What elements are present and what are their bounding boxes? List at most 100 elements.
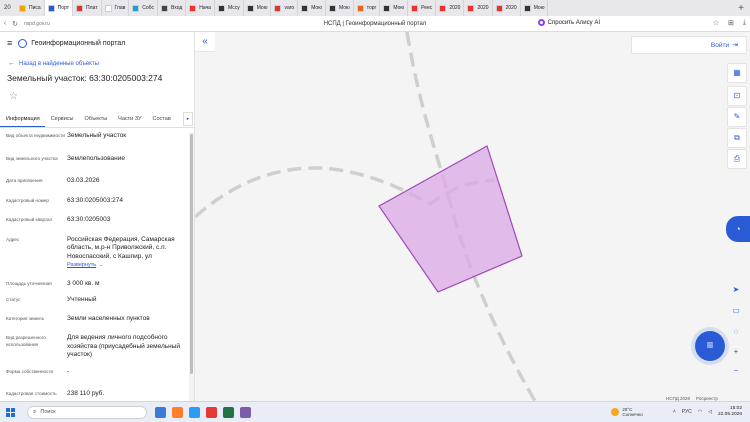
collapse-panel-button[interactable]: « bbox=[195, 32, 215, 52]
new-tab-button[interactable]: + bbox=[732, 3, 750, 14]
clock-date: 22.05.2026 bbox=[717, 412, 742, 417]
property-row: Кадастровый номер 63:30:0205003:274 bbox=[0, 197, 189, 206]
favorite-star-icon[interactable]: ☆ bbox=[0, 91, 194, 102]
ruler-icon[interactable]: ◌ bbox=[729, 327, 743, 336]
tab-favicon-icon bbox=[523, 4, 531, 12]
expand-address-link[interactable]: Развернуть bbox=[67, 262, 96, 268]
property-row: Дата присвоения 03.03.2026 bbox=[0, 177, 189, 186]
taskbar-search[interactable]: ⌕ Поиск bbox=[27, 405, 147, 419]
measure-button[interactable]: ⊡ bbox=[727, 86, 747, 106]
sun-icon bbox=[611, 408, 620, 416]
map-canvas[interactable]: ⊙ ⊙ ⊙ bbox=[195, 32, 750, 401]
firefox-app-icon[interactable] bbox=[172, 406, 183, 418]
browser-tab[interactable]: Мою bbox=[380, 0, 409, 16]
tab-favicon-icon bbox=[356, 4, 364, 12]
excel-app-icon[interactable] bbox=[223, 406, 234, 418]
browser-tab[interactable]: Порт bbox=[44, 0, 74, 16]
tab-2[interactable]: Объекты bbox=[78, 116, 112, 127]
tab-label: 2020 bbox=[505, 5, 517, 11]
browser-tab[interactable]: 2020 bbox=[464, 0, 493, 16]
tab-3[interactable]: Части ЗУ bbox=[112, 116, 146, 127]
chevron-down-icon[interactable]: ⌄ bbox=[99, 262, 103, 268]
tab-0[interactable]: Информация bbox=[0, 116, 45, 127]
menu-icon[interactable]: ≡ bbox=[7, 38, 12, 48]
print-button[interactable]: ⎙ bbox=[727, 149, 747, 169]
tab-4[interactable]: Состав bbox=[147, 116, 176, 127]
browser-tab[interactable]: Мою bbox=[326, 0, 354, 16]
zoom-in-button[interactable]: + bbox=[729, 347, 743, 356]
property-value-text: 63:30:0205003 bbox=[67, 216, 111, 223]
tab-1[interactable]: Сервисы bbox=[45, 116, 79, 127]
tab-favicon-icon bbox=[328, 4, 336, 12]
explorer-app-icon[interactable] bbox=[155, 406, 166, 418]
edge-app-icon[interactable] bbox=[189, 406, 200, 418]
tab-label: Мою bbox=[533, 5, 545, 11]
wifi-icon[interactable]: ◠ bbox=[698, 409, 702, 415]
draw-button[interactable]: ✎ bbox=[727, 107, 747, 127]
property-value: Земли населенных пунктов bbox=[67, 315, 185, 324]
weather-widget[interactable]: 29°C Солнечно bbox=[611, 407, 643, 417]
browser-tab[interactable]: Мою bbox=[521, 0, 549, 16]
tab-favicon-icon bbox=[467, 4, 475, 12]
extensions-icon[interactable]: ⊞ bbox=[728, 19, 734, 27]
tab-count[interactable]: 20 bbox=[0, 5, 16, 11]
browser-tab[interactable]: Глав bbox=[102, 0, 130, 16]
bookmark-icon[interactable]: ☆ bbox=[713, 19, 719, 27]
property-row: Категория земель Земли населенных пунктов bbox=[0, 315, 189, 324]
share-button[interactable]: ⧉ bbox=[727, 128, 747, 148]
browser-tab[interactable]: Мою bbox=[244, 0, 272, 16]
property-value: 3 000 кв. м bbox=[67, 280, 185, 289]
tab-favicon-icon bbox=[246, 4, 254, 12]
zoom-out-button[interactable]: − bbox=[729, 366, 743, 375]
tabs-more-button[interactable]: ▸ bbox=[183, 112, 193, 126]
app-icon[interactable] bbox=[240, 406, 251, 418]
tab-label: 2020 bbox=[449, 5, 461, 11]
property-key: Дата присвоения bbox=[6, 178, 43, 183]
browser-tab[interactable]: 2020 bbox=[436, 0, 465, 16]
browser-tab[interactable]: Мссу bbox=[215, 0, 244, 16]
browser-tab[interactable]: varo bbox=[271, 0, 299, 16]
browser-tab[interactable]: Плат bbox=[73, 0, 102, 16]
property-key: Форма собственности bbox=[6, 368, 54, 374]
tab-label: Мою bbox=[393, 5, 405, 11]
windows-start-icon[interactable] bbox=[6, 407, 15, 417]
property-row: Вид разрешенного использования Для ведени… bbox=[0, 334, 189, 360]
download-icon[interactable]: ⤓ bbox=[743, 19, 746, 27]
browser-tab[interactable]: Собс bbox=[129, 0, 158, 16]
property-key: Кадастровая стоимость bbox=[6, 391, 57, 396]
portal-header: ≡ Геоинформационный портал bbox=[0, 32, 194, 54]
volume-icon[interactable]: ◁ bbox=[708, 409, 712, 415]
panel-scroll-thumb[interactable] bbox=[190, 134, 193, 374]
land-parcel-polygon bbox=[378, 145, 523, 293]
language-indicator[interactable]: РУС bbox=[682, 409, 692, 415]
feedback-button[interactable]: ◔ bbox=[726, 216, 750, 242]
locate-icon[interactable]: ➤ bbox=[729, 285, 743, 294]
browser-tab[interactable]: Нача bbox=[186, 0, 215, 16]
browser-tab[interactable]: Вход bbox=[158, 0, 187, 16]
browser-tab[interactable]: Мою bbox=[298, 0, 326, 16]
tab-label: Вход bbox=[170, 5, 183, 11]
tab-favicon-icon bbox=[189, 4, 197, 12]
browser-tab[interactable]: торг bbox=[354, 0, 381, 16]
yandex-app-icon[interactable] bbox=[206, 406, 217, 418]
back-to-results-link[interactable]: ← Назад в найденные объекты bbox=[0, 60, 194, 67]
browser-tab[interactable]: Писа bbox=[16, 0, 45, 16]
chat-assistant-button[interactable]: ≡ bbox=[695, 331, 725, 361]
property-value: Земельный участок bbox=[67, 132, 185, 141]
tab-favicon-icon bbox=[439, 4, 447, 12]
clock[interactable]: 15:02 22.05.2026 bbox=[718, 406, 742, 418]
alisa-button[interactable]: Спросить Алису AI bbox=[537, 19, 600, 26]
browser-tab[interactable]: 2020 bbox=[493, 0, 521, 16]
tray-arrow-icon[interactable]: ˄ bbox=[673, 409, 676, 415]
tab-favicon-icon bbox=[301, 4, 309, 12]
browser-tab[interactable]: Реес bbox=[408, 0, 437, 16]
layers-button[interactable]: ▦ bbox=[727, 63, 747, 83]
search-icon: ⌕ bbox=[33, 408, 37, 415]
map-type-icon[interactable]: ▭ bbox=[729, 306, 743, 315]
login-button[interactable]: Войти ⇥ bbox=[631, 36, 747, 54]
property-row: Адрес Российская Федерация, Самарская обл… bbox=[0, 236, 189, 270]
tab-label: Писа bbox=[29, 5, 41, 11]
property-value-text: 03.03.2026 bbox=[67, 177, 100, 184]
property-row: Кадастровая стоимость 238 110 руб. bbox=[0, 390, 189, 399]
property-list: Вид объекта недвижимости Земельный участо… bbox=[0, 132, 189, 401]
